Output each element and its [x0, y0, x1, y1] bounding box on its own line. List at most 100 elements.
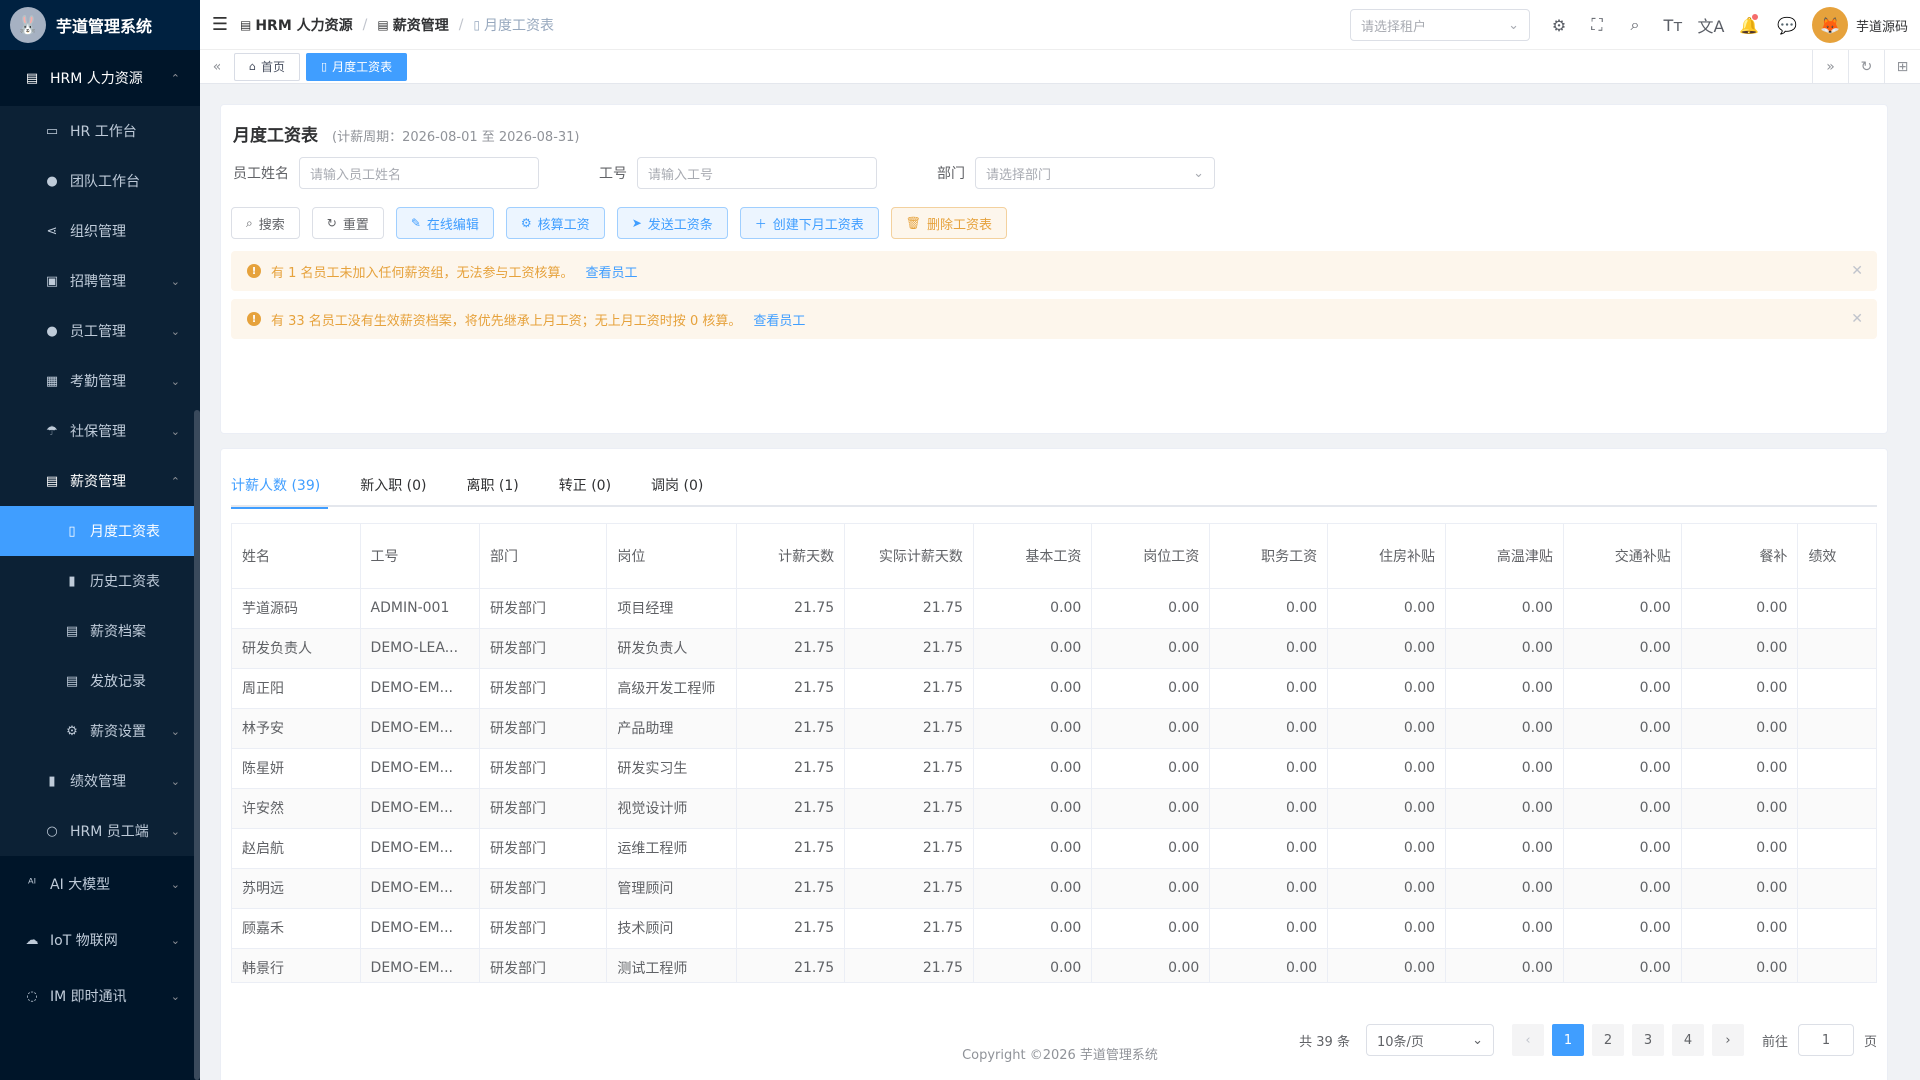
table-row[interactable]: 顾嘉禾 DEMO-EM... 研发部门 技术顾问 21.75 21.75 0.00 0.00 0… [232, 908, 1877, 949]
table-cell: 0.00 [1563, 748, 1682, 789]
payroll-table-wrapper[interactable]: 姓名 工号 部门 岗位 计薪天数 实际计薪天数 基本工资 岗位工资 职务工资 住房补贴 高温津贴 交通… [231, 523, 1877, 983]
column-header[interactable]: 基本工资 [973, 524, 1093, 589]
column-header[interactable]: 餐补 [1681, 524, 1799, 589]
sidebar-item-4[interactable]: ▣ 招聘管理 ⌄ [0, 256, 200, 306]
breadcrumb-item-salary[interactable]: ▤ 薪资管理 [377, 15, 448, 35]
tab-payroll-count[interactable]: 计薪人数 (39) [231, 465, 329, 509]
settings-icon[interactable]: ⚙ [1540, 16, 1578, 35]
sidebar-item-14[interactable]: ▮ 绩效管理 ⌄ [0, 756, 200, 806]
tab-resigned[interactable]: 离职 (1) [466, 465, 518, 507]
table-row[interactable]: 林予安 DEMO-EM... 研发部门 产品助理 21.75 21.75 0.00 0.00 0… [232, 708, 1877, 749]
sidebar-item-5[interactable]: ● 员工管理 ⌄ [0, 306, 200, 356]
sidebar-logo[interactable]: 🐰 芋道管理系统 [0, 0, 200, 50]
tab-new-hires[interactable]: 新入职 (0) [360, 465, 426, 507]
menu-icon: ● [46, 323, 58, 339]
view-employees-link[interactable]: 查看员工 [586, 262, 638, 281]
sidebar-item-10[interactable]: ▮ 历史工资表 [0, 556, 200, 606]
table-row[interactable]: 韩景行 DEMO-EM... 研发部门 测试工程师 21.75 21.75 0.00 0.00… [232, 948, 1877, 982]
calculate-salary-button[interactable]: ⚙ 核算工资 [505, 207, 605, 239]
column-header[interactable]: 计薪天数 [736, 524, 846, 589]
edit-icon: ✎ [410, 216, 421, 230]
sidebar-item-2[interactable]: ● 团队工作台 [0, 156, 200, 206]
table-cell: 研发部门 [479, 748, 608, 789]
message-icon[interactable]: 💬 [1768, 16, 1806, 35]
create-next-month-button[interactable]: ＋ 创建下月工资表 [739, 207, 879, 239]
online-edit-button[interactable]: ✎ 在线编辑 [395, 207, 494, 239]
employee-no-input[interactable]: 请输入工号 [637, 157, 877, 189]
bell-icon[interactable]: 🔔 [1730, 13, 1768, 35]
refresh-icon[interactable]: ↻ [1848, 50, 1884, 84]
sidebar-item-9[interactable]: ▯ 月度工资表 [0, 506, 200, 556]
sidebar-item-17[interactable]: ☁ IoT 物联网 ⌄ [0, 912, 200, 968]
column-header[interactable]: 岗位 [606, 524, 737, 589]
column-header[interactable]: 职务工资 [1209, 524, 1329, 589]
sidebar-item-16[interactable]: ᴬᴵ AI 大模型 ⌄ [0, 856, 200, 912]
sidebar-item-11[interactable]: ▤ 薪资档案 [0, 606, 200, 656]
table-row[interactable]: 苏明远 DEMO-EM... 研发部门 管理顾问 21.75 21.75 0.00 0.00 0… [232, 868, 1877, 909]
language-icon[interactable]: 文A [1692, 13, 1730, 37]
table-row[interactable]: 周正阳 DEMO-EM... 研发部门 高级开发工程师 21.75 21.75 0.00 0.… [232, 668, 1877, 709]
column-header[interactable]: 工号 [360, 524, 480, 589]
tag-home[interactable]: ⌂ 首页 [234, 52, 300, 81]
scroll-right-icon[interactable]: » [1812, 50, 1848, 84]
sidebar-item-8[interactable]: ▤ 薪资管理 ⌃ [0, 456, 200, 506]
sidebar-item-0[interactable]: ▤ HRM 人力资源 ⌃ [0, 50, 200, 106]
search-icon[interactable]: ⌕ [1616, 15, 1654, 35]
avatar[interactable]: 🦊 [1811, 7, 1848, 43]
font-size-icon[interactable]: Tт [1654, 16, 1692, 35]
sidebar-item-7[interactable]: ☂ 社保管理 ⌄ [0, 406, 200, 456]
close-icon[interactable]: ✕ [1851, 263, 1863, 279]
column-header[interactable]: 高温津贴 [1445, 524, 1564, 589]
tag-monthly-payroll[interactable]: ▯ 月度工资表 [306, 52, 408, 81]
warning-icon: ! [247, 264, 261, 278]
table-cell: 许安然 [232, 788, 361, 829]
table-cell: 21.75 [844, 668, 974, 709]
sidebar-item-12[interactable]: ▤ 发放记录 [0, 656, 200, 706]
column-header[interactable]: 实际计薪天数 [844, 524, 974, 589]
column-header[interactable]: 部门 [479, 524, 608, 589]
scroll-left-icon[interactable]: « [200, 59, 234, 75]
grid-menu-icon[interactable]: ⊞ [1884, 50, 1920, 84]
name-input[interactable]: 请输入员工姓名 [299, 157, 539, 189]
tab-regularized[interactable]: 转正 (0) [559, 465, 611, 507]
button-label: 删除工资表 [927, 217, 993, 233]
column-header[interactable]: 交通补贴 [1563, 524, 1682, 589]
sidebar-item-1[interactable]: ▭ HR 工作台 [0, 106, 200, 156]
username[interactable]: 芋道源码 [1856, 16, 1908, 35]
dept-select[interactable]: 请选择部门 ⌄ [975, 157, 1215, 189]
column-header[interactable]: 姓名 [232, 524, 361, 589]
table-cell: 苏明远 [232, 868, 361, 909]
column-header[interactable]: 住房补贴 [1327, 524, 1447, 589]
table-row[interactable]: 研发负责人 DEMO-LEA... 研发部门 研发负责人 21.75 21.75 0.00 0… [232, 628, 1877, 669]
breadcrumb-item-hrm[interactable]: ▤ HRM 人力资源 [240, 15, 353, 35]
search-button[interactable]: ⌕ 搜索 [231, 207, 300, 239]
sidebar-item-13[interactable]: ⚙ 薪资设置 ⌄ [0, 706, 200, 756]
table-row[interactable]: 赵启航 DEMO-EM... 研发部门 运维工程师 21.75 21.75 0.00 0.00… [232, 828, 1877, 869]
column-header[interactable]: 绩效 [1797, 524, 1877, 589]
sidebar-item-6[interactable]: ▦ 考勤管理 ⌄ [0, 356, 200, 406]
table-cell: 21.75 [844, 788, 974, 829]
table-row[interactable]: 许安然 DEMO-EM... 研发部门 视觉设计师 21.75 21.75 0.00 0.00… [232, 788, 1877, 829]
send-payslip-button[interactable]: ➤ 发送工资条 [616, 207, 728, 239]
tenant-select[interactable]: 请选择租户 ⌄ [1349, 9, 1530, 41]
sidebar-item-label: 社保管理 [70, 424, 126, 440]
close-icon[interactable]: ✕ [1851, 311, 1863, 327]
hamburger-icon[interactable]: ☰ [200, 14, 240, 35]
sidebar-item-15[interactable]: ○ HRM 员工端 ⌄ [0, 806, 200, 856]
reset-button[interactable]: ↻ 重置 [311, 207, 384, 239]
view-employees-link[interactable]: 查看员工 [753, 310, 805, 329]
column-header[interactable]: 岗位工资 [1091, 524, 1211, 589]
table-cell: 0.00 [1563, 828, 1682, 869]
fullscreen-icon[interactable]: ⛶ [1578, 15, 1616, 35]
table-row[interactable]: 芋道源码 ADMIN-001 研发部门 项目经理 21.75 21.75 0.00 0.00 0… [232, 588, 1877, 629]
tab-transferred[interactable]: 调岗 (0) [651, 465, 703, 507]
sidebar-item-18[interactable]: ◌ IM 即时通讯 ⌄ [0, 968, 200, 1024]
menu-icon: ● [46, 173, 58, 189]
table-row[interactable]: 陈星妍 DEMO-EM... 研发部门 研发实习生 21.75 21.75 0.00 0.00… [232, 748, 1877, 789]
table-cell: 0.00 [1091, 588, 1211, 629]
search-card: 月度工资表 (计薪周期：2026-08-01 至 2026-08-31) 员工姓… [220, 104, 1888, 434]
table-cell: 0.00 [1091, 788, 1211, 829]
delete-payroll-button[interactable]: 🗑 删除工资表 [890, 207, 1008, 239]
sidebar-item-3[interactable]: ⋖ 组织管理 [0, 206, 200, 256]
table-cell: 0.00 [1091, 668, 1211, 709]
